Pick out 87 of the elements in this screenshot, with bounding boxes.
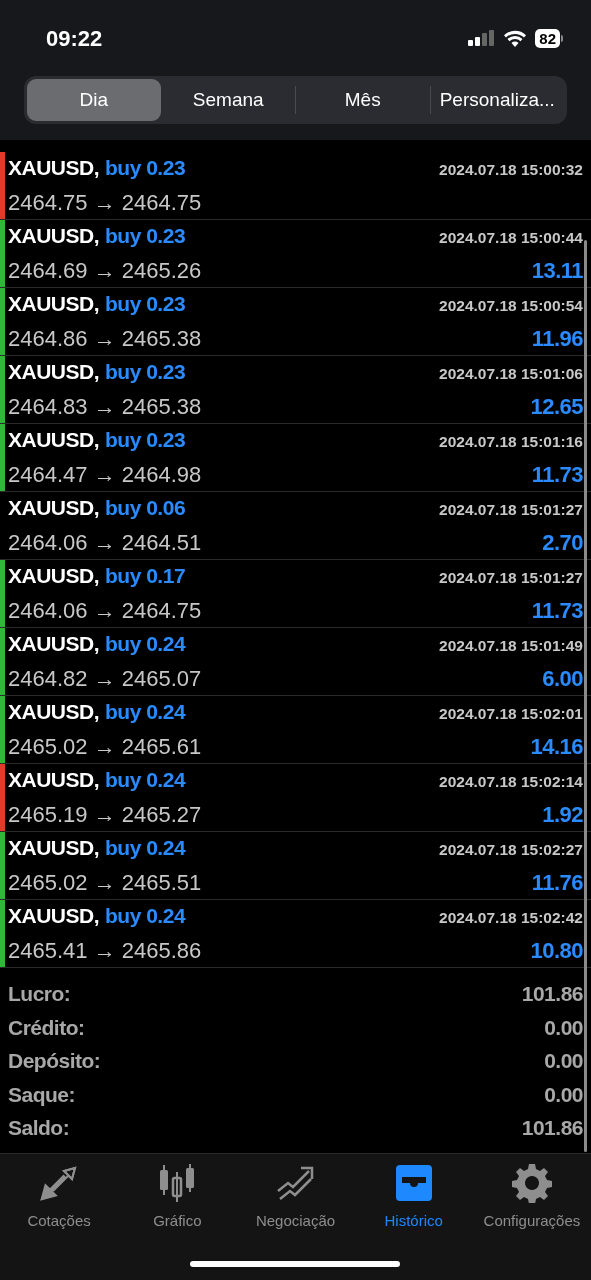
inbox-icon xyxy=(393,1165,434,1201)
deal-time: 2024.07.18 15:02:42 xyxy=(439,908,583,929)
symbol: XAUUSD, xyxy=(8,903,99,930)
profit-value: 11.96 xyxy=(531,324,583,353)
deal-time: 2024.07.18 15:02:27 xyxy=(439,840,583,861)
price-range: 2465.41 → 2465.86 xyxy=(8,936,202,965)
profit-value: 14.16 xyxy=(530,732,583,761)
signal-icon xyxy=(468,30,496,46)
tab-bar-item[interactable]: Negociação xyxy=(236,1162,355,1233)
deal-volume: buy 0.24 xyxy=(105,631,186,658)
profit-value: 10.80 xyxy=(530,936,583,965)
symbol: XAUUSD, xyxy=(8,631,99,658)
symbol: XAUUSD, xyxy=(8,155,99,182)
period-tab[interactable]: Dia xyxy=(27,79,161,121)
deal-volume: buy 0.17 xyxy=(105,563,186,590)
settings-icon xyxy=(511,1163,552,1203)
summary-value: 101.86 xyxy=(521,1115,583,1141)
summary-label: Lucro: xyxy=(8,981,71,1007)
deal-row[interactable]: XAUUSD, buy 0.23 2024.07.18 15:00:32 2464.75 → 2464.75 xyxy=(0,152,591,220)
wifi-icon xyxy=(503,29,528,47)
symbol: XAUUSD, xyxy=(8,359,99,386)
summary-label: Crédito: xyxy=(8,1014,85,1041)
price-range: 2464.82 → 2465.07 xyxy=(8,664,202,693)
price-range: 2464.83 → 2465.38 xyxy=(8,392,202,421)
deal-time: 2024.07.18 15:00:32 xyxy=(439,160,583,181)
deal-volume: buy 0.23 xyxy=(105,223,186,250)
deal-volume: buy 0.24 xyxy=(105,835,186,862)
summary-label: Saldo: xyxy=(8,1115,70,1141)
price-range: 2464.75 → 2464.75 xyxy=(8,188,202,217)
price-range: 2465.02 → 2465.51 xyxy=(8,868,202,897)
deal-volume: buy 0.23 xyxy=(105,427,186,454)
summary-value: 101.86 xyxy=(521,981,583,1007)
symbol: XAUUSD, xyxy=(8,291,99,318)
deal-time: 2024.07.18 15:01:16 xyxy=(439,432,583,453)
summary-value: 0.00 xyxy=(544,1081,583,1108)
profit-value: 1.92 xyxy=(542,800,583,829)
period-tab[interactable]: Personaliza... xyxy=(430,79,564,121)
deal-time: 2024.07.18 15:00:44 xyxy=(439,228,583,249)
profit-value: 6.00 xyxy=(542,664,583,693)
summary-label: Depósito: xyxy=(8,1048,101,1074)
tab-bar-item[interactable]: Configurações xyxy=(472,1162,591,1233)
deal-volume: buy 0.23 xyxy=(105,155,186,182)
deal-volume: buy 0.24 xyxy=(105,903,186,930)
summary-label: Saque: xyxy=(8,1081,75,1108)
price-range: 2464.47 → 2464.98 xyxy=(8,460,202,489)
deal-time: 2024.07.18 15:02:14 xyxy=(439,772,583,793)
symbol: XAUUSD, xyxy=(8,563,99,590)
deal-time: 2024.07.18 15:01:27 xyxy=(439,568,583,589)
deal-time: 2024.07.18 15:02:01 xyxy=(439,704,583,725)
symbol: XAUUSD, xyxy=(8,427,99,454)
deal-time: 2024.07.18 15:01:49 xyxy=(439,636,583,657)
clock: 09:22 xyxy=(46,24,103,53)
deal-time: 2024.07.18 15:01:27 xyxy=(439,500,583,521)
deal-volume: buy 0.23 xyxy=(105,291,186,318)
profit-value: 11.76 xyxy=(531,868,583,897)
symbol: XAUUSD, xyxy=(8,835,99,862)
deal-volume: buy 0.24 xyxy=(105,699,186,726)
trend-arrow-icon xyxy=(275,1165,316,1201)
profit-value: 11.73 xyxy=(531,596,583,625)
price-range: 2465.19 → 2465.27 xyxy=(8,800,202,829)
symbol: XAUUSD, xyxy=(8,699,99,726)
period-tab[interactable]: Semana xyxy=(161,79,295,121)
summary-value: 0.00 xyxy=(544,1014,583,1041)
tab-bar-item[interactable]: Cotações xyxy=(0,1162,119,1233)
deal-time: 2024.07.18 15:01:06 xyxy=(439,364,583,385)
tab-bar-item[interactable]: Gráfico xyxy=(118,1162,237,1233)
symbol: XAUUSD, xyxy=(8,767,99,794)
summary-value: 0.00 xyxy=(544,1048,583,1074)
symbol: XAUUSD, xyxy=(8,223,99,250)
price-range: 2465.02 → 2465.61 xyxy=(8,732,202,761)
price-range: 2464.86 → 2465.38 xyxy=(8,324,202,353)
tab-bar-item[interactable]: Histórico xyxy=(354,1162,473,1233)
profit-value: 12.65 xyxy=(530,392,583,421)
deal-volume: buy 0.06 xyxy=(105,495,186,522)
period-tab[interactable]: Mês xyxy=(296,79,430,121)
price-range: 2464.69 → 2465.26 xyxy=(8,256,202,285)
symbol: XAUUSD, xyxy=(8,495,99,522)
deal-volume: buy 0.23 xyxy=(105,359,186,386)
profit-value: 11.73 xyxy=(531,460,583,489)
scrollbar[interactable] xyxy=(584,240,587,1152)
profit-value: 13.11 xyxy=(531,256,583,285)
battery-icon: 82 xyxy=(535,28,563,48)
deal-time: 2024.07.18 15:00:54 xyxy=(439,296,583,317)
price-range: 2464.06 → 2464.51 xyxy=(8,528,202,557)
price-range: 2464.06 → 2464.75 xyxy=(8,596,202,625)
profit-value: 2.70 xyxy=(542,528,583,557)
deal-volume: buy 0.24 xyxy=(105,767,186,794)
